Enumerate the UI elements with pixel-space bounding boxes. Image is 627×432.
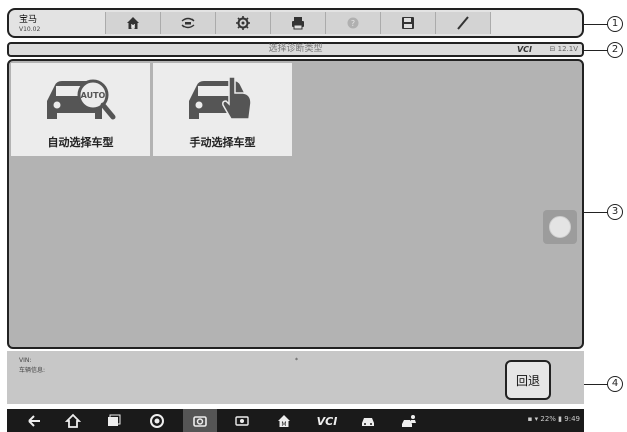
message-icon: ▪ <box>527 415 533 423</box>
car-icon <box>362 418 374 426</box>
vehicle-swap-button[interactable] <box>160 12 215 34</box>
auto-select-tile[interactable]: AUTO 自动选择车型 <box>11 63 150 156</box>
help-button[interactable]: ? <box>325 12 380 34</box>
recents-icon <box>108 414 121 426</box>
vehicle-swap-icon <box>181 17 195 29</box>
battery-icon: ⊟ <box>549 45 556 53</box>
callout-line-1 <box>584 24 608 25</box>
save-button[interactable] <box>380 12 435 34</box>
manual-select-label: 手动选择车型 <box>189 136 256 149</box>
clock: 9:49 <box>564 415 580 423</box>
battery-status-icon: ▮ <box>558 415 563 423</box>
auto-select-label: 自动选择车型 <box>47 136 114 149</box>
app-version: V10.02 <box>19 26 41 33</box>
callout-line-3 <box>584 212 608 213</box>
nav-vci-button[interactable]: VCI <box>314 412 340 430</box>
nav-camera-button[interactable] <box>183 409 217 432</box>
main-content: AUTO 自动选择车型 手动选择车型 <box>7 59 584 349</box>
print-icon <box>292 17 304 30</box>
callout-1: 1 <box>607 16 623 32</box>
car-person-icon <box>402 415 416 427</box>
browser-icon <box>150 414 164 428</box>
subheader-bar: 选择诊断类型 VCI ⊟ 12.1V <box>7 42 584 57</box>
nav-display-button[interactable] <box>233 412 251 430</box>
wifi-icon: ▾ <box>534 415 539 423</box>
vci-icon: VCI <box>316 414 338 428</box>
callout-line-2 <box>584 50 608 51</box>
nav-maxisys-home-button[interactable]: M <box>275 412 293 430</box>
battery-voltage-value: 12.1V <box>557 45 578 53</box>
camera-icon <box>193 415 207 427</box>
pen-button[interactable] <box>435 12 490 34</box>
nav-remote-button[interactable] <box>400 412 418 430</box>
manual-select-tile[interactable]: 手动选择车型 <box>153 63 292 156</box>
save-icon <box>402 17 414 29</box>
vehicle-info-label: 车辆信息: <box>19 367 46 374</box>
nav-back-button[interactable] <box>25 412 43 430</box>
floating-action-button[interactable] <box>543 210 577 244</box>
print-button[interactable] <box>270 12 325 34</box>
car-manual-touch-icon <box>189 76 252 120</box>
callout-3: 3 <box>607 204 623 220</box>
back-button[interactable]: 回退 <box>505 360 551 400</box>
home-icon: M <box>127 17 139 30</box>
nav-chrome-button[interactable] <box>148 412 166 430</box>
callout-4: 4 <box>607 376 623 392</box>
page-title: 选择诊断类型 <box>268 44 323 54</box>
svg-text:M: M <box>131 24 135 30</box>
svg-text:AUTO: AUTO <box>81 91 106 100</box>
nav-vehicle-button[interactable] <box>359 412 377 430</box>
floating-button-dot-icon <box>549 216 571 238</box>
app-name: 宝马 <box>19 15 38 25</box>
nav-recents-button[interactable] <box>104 412 122 430</box>
vehicle-info-panel: VIN: 车辆信息: * <box>7 351 504 404</box>
settings-icon <box>236 16 250 30</box>
pen-icon <box>457 16 469 30</box>
vin-label: VIN: <box>19 357 32 364</box>
callout-line-4 <box>584 384 608 385</box>
app-title: 宝马 V10.02 <box>19 15 40 35</box>
vci-status: VCI <box>516 45 532 54</box>
home-button[interactable]: M <box>105 12 160 34</box>
home-m-icon: M <box>278 415 290 428</box>
car-auto-search-icon: AUTO <box>47 79 116 120</box>
settings-button[interactable] <box>215 12 270 34</box>
battery-voltage: ⊟ 12.1V <box>550 45 578 53</box>
status-area: ▪ ▾ 22% ▮ 9:49 <box>528 415 580 423</box>
battery-percent: 22% <box>540 415 556 423</box>
brightness-icon <box>235 416 249 426</box>
info-marker: * <box>295 357 298 364</box>
help-icon: ? <box>347 17 359 29</box>
nav-home-button[interactable] <box>64 412 82 430</box>
house-icon <box>65 413 81 428</box>
back-arrow-icon <box>28 415 40 427</box>
system-nav-bar: M VCI ▪ ▾ 22% ▮ 9:49 <box>7 409 584 432</box>
toolbar-spacer <box>490 12 551 34</box>
callout-2: 2 <box>607 42 623 58</box>
top-toolbar: 宝马 V10.02 M ? <box>7 8 584 38</box>
svg-text:?: ? <box>351 19 355 28</box>
svg-text:M: M <box>281 421 286 428</box>
